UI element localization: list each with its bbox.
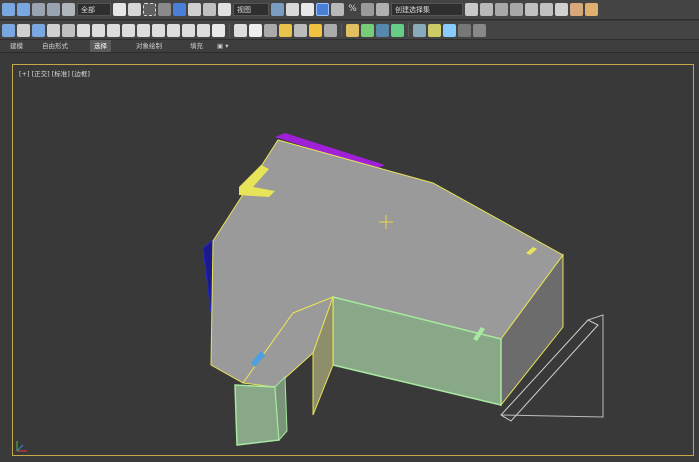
snaps-toggle-icon[interactable] [316,3,329,16]
percent-snap-icon[interactable]: % [346,3,359,16]
particles-icon[interactable] [324,23,337,37]
keyboard-shortcut-icon[interactable] [301,3,314,16]
modify-icon[interactable] [17,23,30,37]
hierarchy-icon[interactable] [32,23,45,37]
rectangle-shape-icon[interactable] [182,23,195,37]
curve-editor-icon[interactable] [525,3,538,16]
bind-spacewarp-icon[interactable] [62,3,75,16]
main-toolbar: 全部 视图 % 创建选择集 [0,0,699,20]
pivot-center-icon[interactable] [271,3,284,16]
create-icon[interactable] [2,23,15,37]
secondary-toolbar [0,21,699,40]
omni-light-icon[interactable] [309,23,322,37]
link-icon[interactable] [32,3,45,16]
render-setup-icon[interactable] [570,3,583,16]
green-wall-end[interactable] [234,384,280,446]
perspective-viewport[interactable]: [+] [正交] [标准] [边框] [12,64,694,456]
help-icon[interactable] [473,23,486,37]
named-selection-sets-dropdown[interactable]: 创建选择集 [391,3,463,16]
sun-light-icon[interactable] [279,23,292,37]
toolbar-divider [341,23,342,37]
selection-filter-dropdown[interactable]: 全部 [77,3,111,16]
undo-icon[interactable] [2,3,15,16]
dynamics-icon[interactable] [346,23,359,37]
select-and-move-icon[interactable] [173,3,186,16]
script-icon[interactable] [428,23,441,37]
viewport-shading-icon[interactable] [249,23,262,37]
app-window: 全部 视图 % 创建选择集 建模 自由形式 选择 对象绘制 填充 ▣ ▾ [+]… [0,0,699,462]
redo-icon[interactable] [17,3,30,16]
ribbon-tab-populate[interactable]: 填充 [190,40,203,52]
unlink-icon[interactable] [47,3,60,16]
ribbon-options-icon[interactable]: ▣ ▾ [217,40,228,52]
ribbon-tab-selection[interactable]: 选择 [90,40,111,52]
reference-coordinate-dropdown[interactable]: 视图 [233,3,269,16]
select-and-place-icon[interactable] [218,3,231,16]
globe-icon[interactable] [413,23,426,37]
edit-named-selection-icon[interactable] [376,3,389,16]
select-by-name-icon[interactable] [128,3,141,16]
render-frame-icon[interactable] [585,3,598,16]
toolbar-divider [408,23,409,37]
circle-shape-icon[interactable] [197,23,210,37]
line-shape-icon[interactable] [167,23,180,37]
plane-primitive-icon[interactable] [137,23,150,37]
teapot-icon[interactable] [376,23,389,37]
network-icon[interactable] [443,23,456,37]
ribbon-tab-object-paint[interactable]: 对象绘制 [136,40,162,52]
manipulate-icon[interactable] [286,3,299,16]
toolbar-divider [229,23,230,37]
scene-canvas [16,133,604,452]
display-icon[interactable] [62,23,75,37]
ribbon-tabs: 建模 自由形式 选择 对象绘制 填充 ▣ ▾ [0,40,699,53]
mirror-icon[interactable] [465,3,478,16]
sphere-primitive-icon[interactable] [107,23,120,37]
box-primitive-icon[interactable] [92,23,105,37]
material-editor-icon[interactable] [555,3,568,16]
axis-tripod-icon [16,441,27,452]
schematic-view-icon[interactable] [540,3,553,16]
physics-icon[interactable] [361,23,374,37]
spacewarp-icon[interactable] [294,23,307,37]
cylinder-primitive-icon[interactable] [122,23,135,37]
foliage-icon[interactable] [391,23,404,37]
select-and-scale-icon[interactable] [203,3,216,16]
align-icon[interactable] [480,3,493,16]
archive-icon[interactable] [458,23,471,37]
select-object-icon[interactable] [113,3,126,16]
spinner-snap-icon[interactable] [361,3,374,16]
window-crossing-icon[interactable] [158,3,171,16]
ribbon-tab-freeform[interactable]: 自由形式 [42,40,68,52]
light-icon[interactable] [212,23,225,37]
utilities-icon[interactable] [77,23,90,37]
camera-icon[interactable] [234,23,247,37]
select-and-rotate-icon[interactable] [188,3,201,16]
motion-icon[interactable] [47,23,60,37]
angle-snap-icon[interactable] [331,3,344,16]
text-shape-icon[interactable] [152,23,165,37]
toggle-ribbon-icon[interactable] [510,3,523,16]
layer-explorer-icon[interactable] [495,3,508,16]
ribbon-tab-modeling[interactable]: 建模 [10,40,23,52]
helper-icon[interactable] [264,23,277,37]
region-select-icon[interactable] [143,3,156,16]
